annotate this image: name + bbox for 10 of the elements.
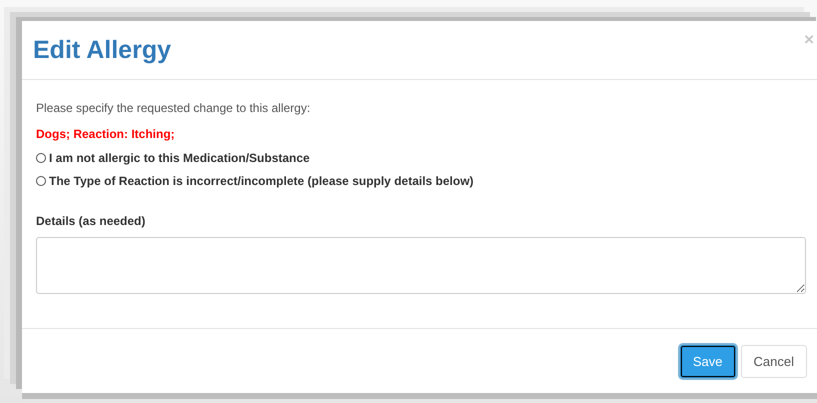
details-field[interactable]: [36, 237, 806, 294]
radio-button[interactable]: [36, 153, 46, 163]
option-label[interactable]: I am not allergic to this Medication/Substance: [49, 151, 310, 165]
dialog-title: Edit Allergy: [33, 36, 171, 64]
details-label: Details (as needed): [36, 214, 146, 228]
radio-button[interactable]: [36, 176, 46, 186]
instruction-text: Please specify the requested change to this allergy:: [36, 101, 312, 115]
option-label[interactable]: The Type of Reaction is incorrect/incomplete (please supply details below): [49, 174, 474, 188]
cancel-button[interactable]: Cancel: [740, 344, 807, 378]
allergy-text: Dogs; Reaction: Itching;: [36, 127, 176, 141]
